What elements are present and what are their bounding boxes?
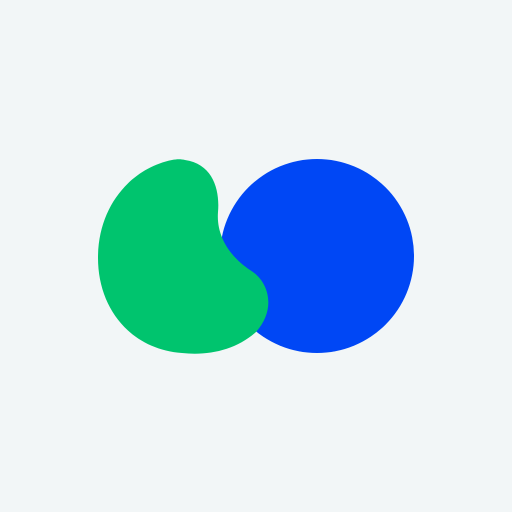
logo-icon — [0, 0, 512, 512]
app-icon-canvas — [0, 0, 512, 512]
